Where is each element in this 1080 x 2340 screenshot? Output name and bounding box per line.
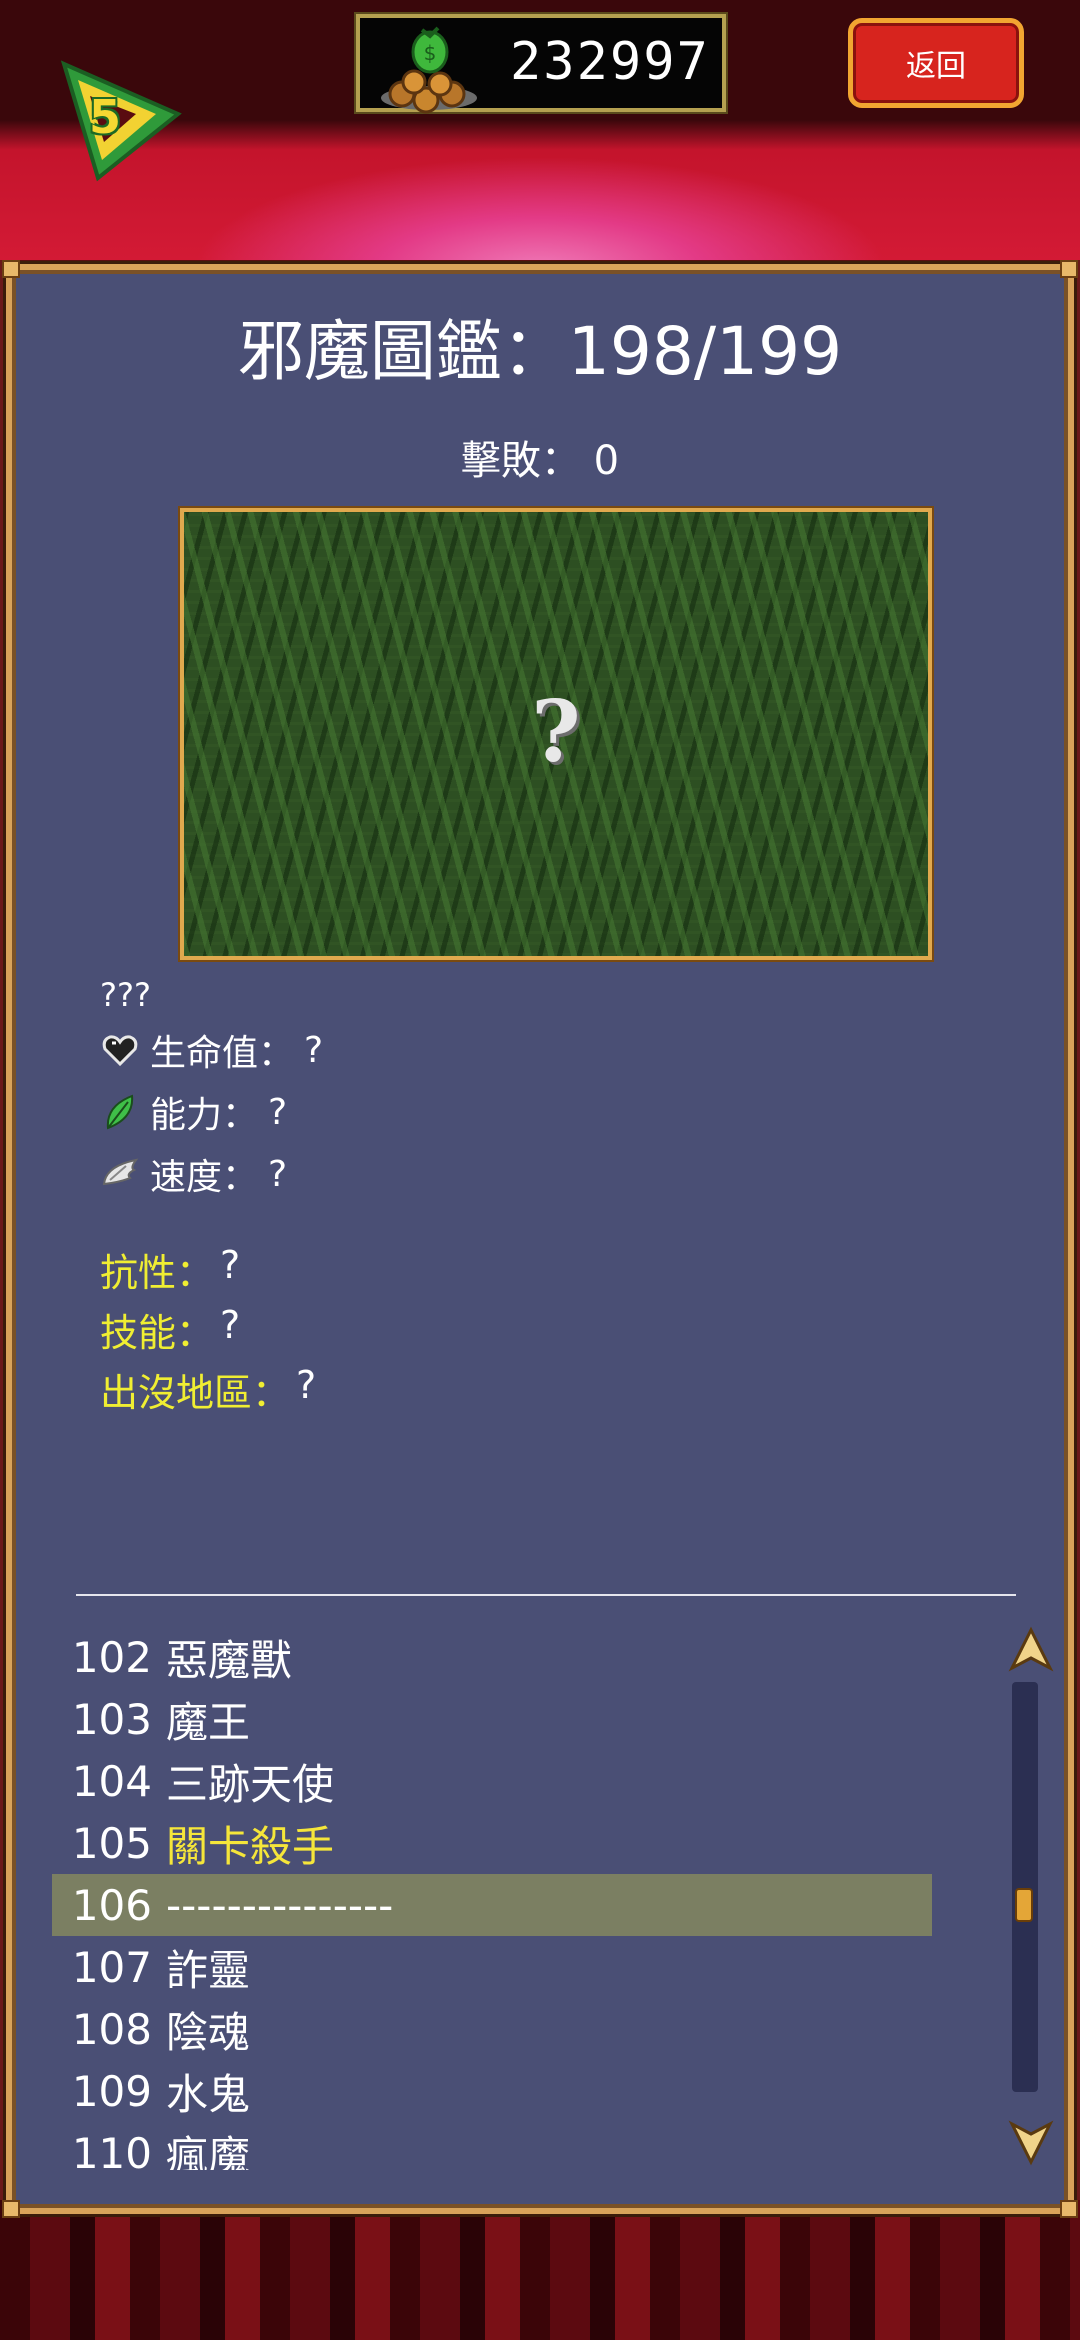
area-value: ?: [296, 1363, 317, 1407]
list-item-number: 107: [71, 1942, 152, 1992]
list-item-name: 詐靈: [166, 1945, 251, 1995]
list-item-number: 110: [71, 2128, 152, 2171]
stat-label: 能力：: [150, 1095, 259, 1136]
list-item-name: 三跡天使: [166, 1759, 335, 1809]
skill-label: 技能：: [100, 1311, 215, 1355]
list-item-name: 瘋魔: [166, 2131, 251, 2171]
money-bag-icon: $: [381, 26, 477, 114]
monster-portrait: ?: [178, 506, 934, 962]
frame-corner: [2, 2200, 20, 2218]
list-item-name: 魔王: [166, 1697, 251, 1747]
scrollbar-thumb[interactable]: [1015, 1888, 1033, 1922]
coin-counter: $ 232997: [354, 12, 728, 114]
skill-value: ?: [220, 1303, 241, 1347]
stat-label: 生命值：: [150, 1033, 295, 1074]
list-item[interactable]: 107 詐靈: [52, 1936, 932, 1998]
list-item[interactable]: 109 水鬼: [52, 2060, 932, 2122]
wing-icon: [102, 1158, 139, 1186]
monster-list[interactable]: 102 惡魔獸 103 魔王 104 三跡天使 105 關卡殺手 106 --------…: [52, 1620, 932, 2170]
level-number: 5: [88, 90, 121, 144]
skill-row: 技能：?: [100, 1302, 240, 1357]
divider: [76, 1594, 1016, 1596]
stat-value: ?: [304, 1029, 324, 1071]
list-item-name: 關卡殺手: [166, 1821, 335, 1871]
list-item[interactable]: 102 惡魔獸: [52, 1626, 932, 1688]
list-item[interactable]: 105 關卡殺手: [52, 1812, 932, 1874]
defeat-count: 擊敗： 0: [460, 438, 620, 484]
list-item[interactable]: 103 魔王: [52, 1688, 932, 1750]
list-item-number: 103: [71, 1694, 152, 1744]
svg-text:$: $: [424, 41, 437, 65]
area-row: 出沒地區：?: [100, 1362, 316, 1417]
list-item-name: ---------------: [166, 1880, 394, 1930]
scroll-up-arrow-icon[interactable]: [1006, 1626, 1056, 1676]
resistance-row: 抗性：?: [100, 1242, 240, 1297]
back-button[interactable]: 返回: [848, 18, 1024, 108]
scrollbar-track[interactable]: [1012, 1682, 1038, 2092]
resistance-label: 抗性：: [100, 1251, 215, 1295]
list-item-number: 109: [71, 2066, 152, 2116]
area-label: 出沒地區：: [100, 1371, 291, 1415]
unknown-monster-mark: ?: [531, 682, 581, 781]
list-item-number: 106: [71, 1880, 152, 1930]
background-bottom: [0, 2200, 1080, 2340]
list-item-number: 104: [71, 1756, 152, 1806]
list-item-number: 108: [71, 2004, 152, 2054]
resistance-value: ?: [220, 1243, 241, 1287]
monster-name: ???: [100, 976, 151, 1014]
stat-ability: 能力： ?: [100, 1086, 287, 1138]
frame-corner: [1060, 260, 1078, 278]
stat-value: ?: [268, 1091, 288, 1133]
page-title: 邪魔圖鑑：198/199: [237, 313, 843, 390]
frame-corner: [2, 260, 20, 278]
leaf-icon: [106, 1094, 134, 1130]
list-item-name: 惡魔獸: [166, 1635, 293, 1685]
frame-corner: [1060, 2200, 1078, 2218]
stat-hp: 生命值： ?: [100, 1024, 323, 1076]
list-item-name: 水鬼: [166, 2069, 251, 2119]
stat-value: ?: [268, 1153, 288, 1195]
list-item[interactable]: 108 陰魂: [52, 1998, 932, 2060]
heart-icon: [102, 1035, 138, 1067]
list-item[interactable]: 110 瘋魔: [52, 2122, 932, 2171]
stat-label: 速度：: [150, 1157, 259, 1198]
scroll-down-arrow-icon[interactable]: [1006, 2116, 1056, 2166]
stat-speed: 速度： ?: [100, 1148, 287, 1200]
list-item-name: 陰魂: [166, 2007, 251, 2057]
list-item-selected[interactable]: 106 ---------------: [52, 1874, 932, 1936]
list-item-number: 105: [71, 1818, 152, 1868]
list-item-number: 102: [71, 1632, 152, 1682]
bestiary-panel: 邪魔圖鑑：198/199 擊敗： 0 ? ??? 生命值： ? 能力： ? 速度…: [2, 260, 1078, 2218]
coin-value: 232997: [510, 32, 710, 92]
list-item[interactable]: 104 三跡天使: [52, 1750, 932, 1812]
